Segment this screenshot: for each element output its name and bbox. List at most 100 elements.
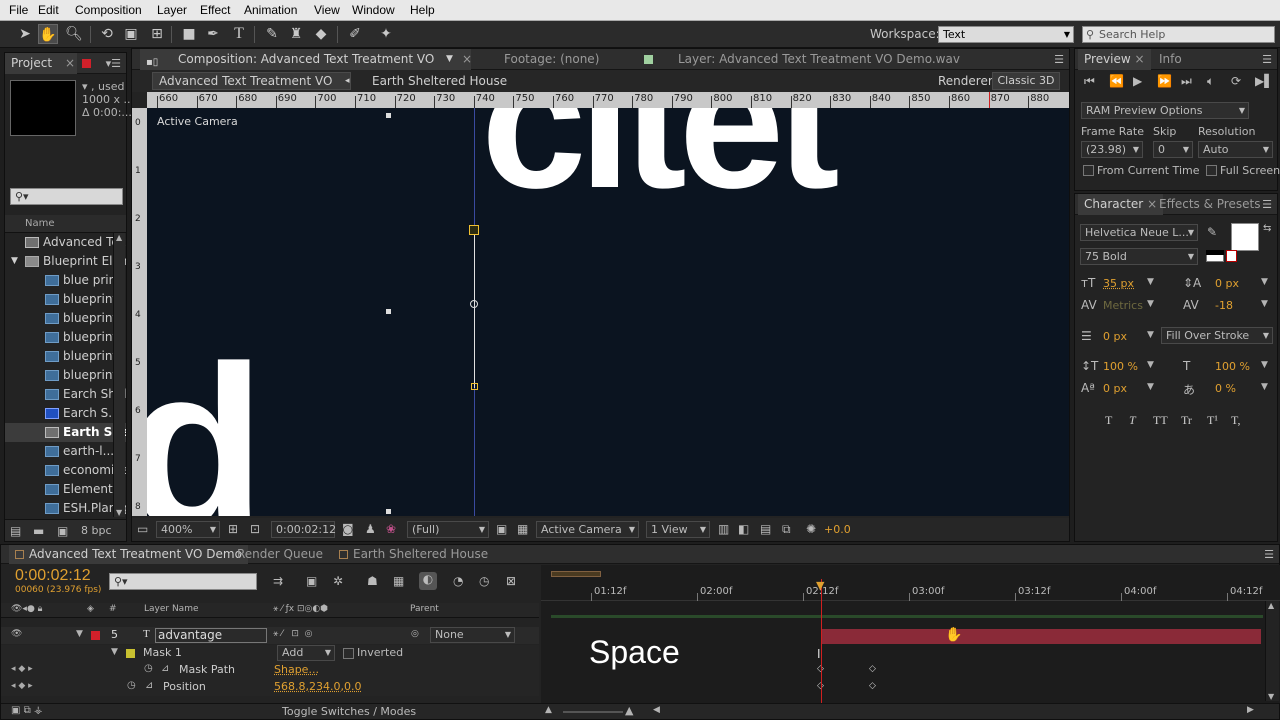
leading-value[interactable]: 0 px — [1215, 277, 1239, 290]
project-item[interactable]: blue print — [5, 271, 126, 290]
keyframe-icon[interactable]: ◇ — [869, 664, 876, 674]
mask-mode-dropdown[interactable]: Add ▼ — [277, 645, 335, 661]
ram-preview-options-dropdown[interactable]: RAM Preview Options ▼ — [1081, 102, 1249, 119]
chevron-down-icon[interactable]: ▼ — [1261, 277, 1268, 287]
magnification-dropdown[interactable]: 400% ▼ — [156, 521, 220, 538]
label-color-swatch[interactable] — [82, 59, 91, 68]
current-time-field[interactable]: 0:00:02:12 — [271, 521, 336, 538]
zoom-slider[interactable] — [563, 711, 623, 713]
composition-mini-flowchart-icon[interactable]: ⇉ — [273, 574, 283, 588]
swap-colors-icon[interactable]: ⇆ — [1263, 223, 1271, 234]
project-item[interactable]: Earch S...r — [5, 404, 126, 423]
chevron-down-icon[interactable]: ▼ — [1147, 277, 1154, 287]
tracking-value[interactable]: -18 — [1215, 299, 1233, 312]
menu-edit[interactable]: Edit — [38, 3, 59, 17]
scroll-up-icon[interactable]: ▲ — [116, 233, 122, 242]
type-tool-icon[interactable]: T — [229, 24, 249, 44]
breadcrumb-item[interactable]: Advanced Text Treatment VO Demo◂ — [152, 72, 351, 104]
pixel-aspect-icon[interactable]: ▥ — [718, 522, 729, 536]
chevron-down-icon[interactable]: ▼ — [1261, 299, 1268, 309]
time-ruler[interactable]: 01:12f 02:00f 02:12f 03:00f 03:12f 04:00f 04:1… — [541, 579, 1280, 601]
eraser-tool-icon[interactable]: ◆ — [311, 24, 331, 44]
audio-icon[interactable]: 🔈︎ — [1207, 74, 1214, 89]
work-area-bar[interactable] — [551, 571, 601, 577]
reset-exposure-icon[interactable]: ✺ — [806, 522, 816, 536]
menu-layer[interactable]: Layer — [157, 3, 187, 17]
next-frame-icon[interactable]: ⏩ — [1157, 74, 1172, 88]
show-snapshot-icon[interactable]: ♟ — [365, 522, 376, 536]
faux-bold-button[interactable]: T — [1105, 413, 1112, 428]
time-graph[interactable]: 01:12f 02:00f 02:12f 03:00f 03:12f 04:00f 04:1… — [541, 565, 1280, 703]
safe-zones-icon[interactable]: ⊞ — [228, 522, 238, 536]
full-screen-checkbox[interactable] — [1206, 165, 1217, 176]
layer-switches-icon[interactable]: ⚹ ⁄ ⊡ ◎ — [273, 629, 312, 639]
project-search-input[interactable]: ⚲▾ — [10, 188, 123, 205]
bit-depth-button[interactable]: 8 bpc — [81, 524, 112, 537]
no-color-swatch[interactable] — [1226, 250, 1237, 262]
project-item[interactable]: Advanced Tex — [5, 233, 126, 252]
region-of-interest-icon[interactable]: ▣ — [496, 522, 507, 536]
disclosure-triangle-icon[interactable]: ▼ — [76, 629, 83, 639]
parent-dropdown[interactable]: None ▼ — [430, 627, 515, 643]
switches-icon[interactable]: ⚹ ⁄ ƒx ⊡◎◐⬢ — [273, 604, 328, 614]
graph-view-icon[interactable]: ⊠ — [506, 574, 516, 588]
small-caps-button[interactable]: Tr — [1181, 413, 1192, 428]
tsume-value[interactable]: 0 % — [1215, 382, 1236, 395]
mask-vertex-handle[interactable] — [471, 383, 478, 390]
label-icon[interactable]: ◈ — [87, 604, 94, 614]
menu-view[interactable]: View — [314, 3, 340, 17]
all-caps-button[interactable]: TT — [1153, 413, 1168, 428]
chevron-down-icon[interactable]: ▼ — [1261, 382, 1268, 392]
column-layer-name-header[interactable]: Layer Name — [144, 604, 199, 614]
font-size-value[interactable]: 35 px — [1103, 277, 1134, 290]
composition-canvas[interactable]: Active Camera citet d — [147, 108, 1069, 516]
column-name-header[interactable]: Name — [25, 218, 55, 229]
menu-file[interactable]: File — [9, 3, 28, 17]
panel-menu-icon[interactable]: ☰ — [1262, 198, 1272, 211]
pan-behind-tool-icon[interactable]: ⊞ — [147, 24, 167, 44]
camera-tool-icon[interactable]: ▣ — [121, 24, 141, 44]
camera-view-dropdown[interactable]: Active Camera ▼ — [536, 521, 639, 538]
previous-frame-icon[interactable]: ⏪ — [1109, 74, 1124, 88]
project-item[interactable]: blueprint — [5, 309, 126, 328]
tab-effects-presets[interactable]: Effects & Presets — [1153, 194, 1266, 215]
snapshot-icon[interactable]: ◙ — [342, 522, 354, 536]
transparency-grid-icon[interactable]: ▦ — [517, 522, 528, 536]
project-item[interactable]: blueprint — [5, 290, 126, 309]
disclosure-triangle-icon[interactable]: ▼ — [11, 252, 18, 271]
tab-layer[interactable]: Layer: Advanced Text Treatment VO Demo.w… — [672, 49, 966, 70]
workspace-dropdown[interactable]: Text ▼ — [938, 26, 1074, 43]
kerning-value[interactable]: Metrics — [1103, 299, 1143, 312]
chevron-down-icon[interactable]: ▼ — [1147, 360, 1154, 370]
position-row[interactable]: ◂ ◆ ▸ ◷ ⊿ Position 568.8,234.0,0.0 — [1, 679, 539, 696]
first-frame-icon[interactable]: ⏮ — [1084, 74, 1095, 89]
interpret-footage-icon[interactable]: ▤ — [10, 524, 21, 538]
stroke-width-value[interactable]: 0 px — [1103, 330, 1127, 343]
pick-whip-icon[interactable]: ◎ — [411, 629, 419, 639]
project-item[interactable]: ESH.Plan.g — [5, 499, 126, 517]
menu-composition[interactable]: Composition — [75, 3, 142, 17]
baseline-shift-value[interactable]: 0 px — [1103, 382, 1127, 395]
panel-menu-icon[interactable]: ☰ — [1262, 53, 1272, 66]
menu-window[interactable]: Window — [352, 3, 395, 17]
tab-character[interactable]: Character × — [1078, 194, 1164, 215]
mask-name[interactable]: Mask 1 — [143, 646, 182, 659]
mask-visibility-icon[interactable]: ⊡ — [250, 522, 260, 536]
project-item[interactable]: economize — [5, 461, 126, 480]
panel-menu-icon[interactable]: ☰ — [1264, 548, 1274, 561]
flowchart-icon[interactable]: ⧉ — [782, 522, 791, 537]
motion-blur-icon[interactable]: ◐ — [419, 572, 437, 590]
vertical-ruler[interactable]: 0 1 2 3 4 5 6 7 8 — [132, 108, 147, 516]
selection-tool-icon[interactable]: ➤ — [15, 24, 35, 44]
keyframe-navigator-icon[interactable]: ◂ ◆ ▸ — [11, 664, 33, 674]
anchor-point-handle[interactable] — [470, 300, 478, 308]
mask-path-row[interactable]: ◂ ◆ ▸ ◷ ⊿ Mask Path Shape... — [1, 662, 539, 679]
tab-render-queue[interactable]: Render Queue — [231, 545, 329, 564]
timeline-icon[interactable]: ▤ — [760, 522, 771, 536]
project-item[interactable]: blueprint — [5, 328, 126, 347]
view-layout-dropdown[interactable]: 1 View ▼ — [646, 521, 710, 538]
mask-row[interactable]: ▼ Mask 1 Add ▼ Inverted — [1, 645, 539, 662]
toggle-switches-modes-button[interactable]: Toggle Switches / Modes — [282, 705, 416, 718]
project-item[interactable]: ▼ Blueprint Elem — [5, 252, 126, 271]
black-swatch[interactable] — [1206, 250, 1224, 255]
